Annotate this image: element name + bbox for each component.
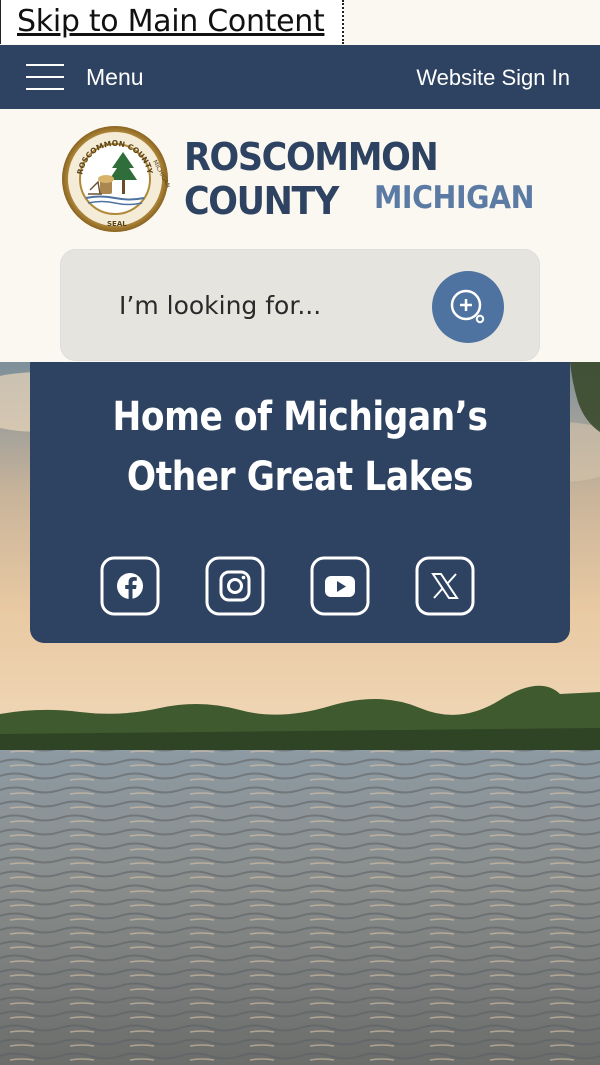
menu-label[interactable]: Menu [86,64,144,91]
search-box [60,249,540,361]
youtube-icon[interactable] [310,556,370,616]
county-seal-logo[interactable]: ROSCOMMON COUNTY MICHIGAN SEAL [60,124,170,234]
top-nav-bar: Menu Website Sign In [0,45,600,109]
menu-button[interactable] [26,62,66,92]
search-input[interactable] [117,280,421,330]
seal-text-bottom: SEAL [107,220,127,228]
state-name-subtitle: MICHIGAN [374,180,535,216]
instagram-icon[interactable] [205,556,265,616]
hamburger-line [26,64,64,66]
skip-link-container: Skip to Main Content [0,0,344,44]
hero-tagline-line1: Home of Michigan’s [112,394,488,440]
hero-tagline-line2: Other Great Lakes [126,454,474,500]
skip-to-main-link[interactable]: Skip to Main Content [17,4,325,39]
hamburger-line [26,88,64,90]
x-icon[interactable] [415,556,475,616]
search-plus-icon [450,289,485,324]
website-sign-in-link[interactable]: Website Sign In [416,65,570,91]
search-button[interactable] [432,271,504,343]
hamburger-line [26,76,64,78]
facebook-icon[interactable] [100,556,160,616]
hero-tagline-panel: Home of Michigan’s Other Great Lakes [30,362,570,643]
